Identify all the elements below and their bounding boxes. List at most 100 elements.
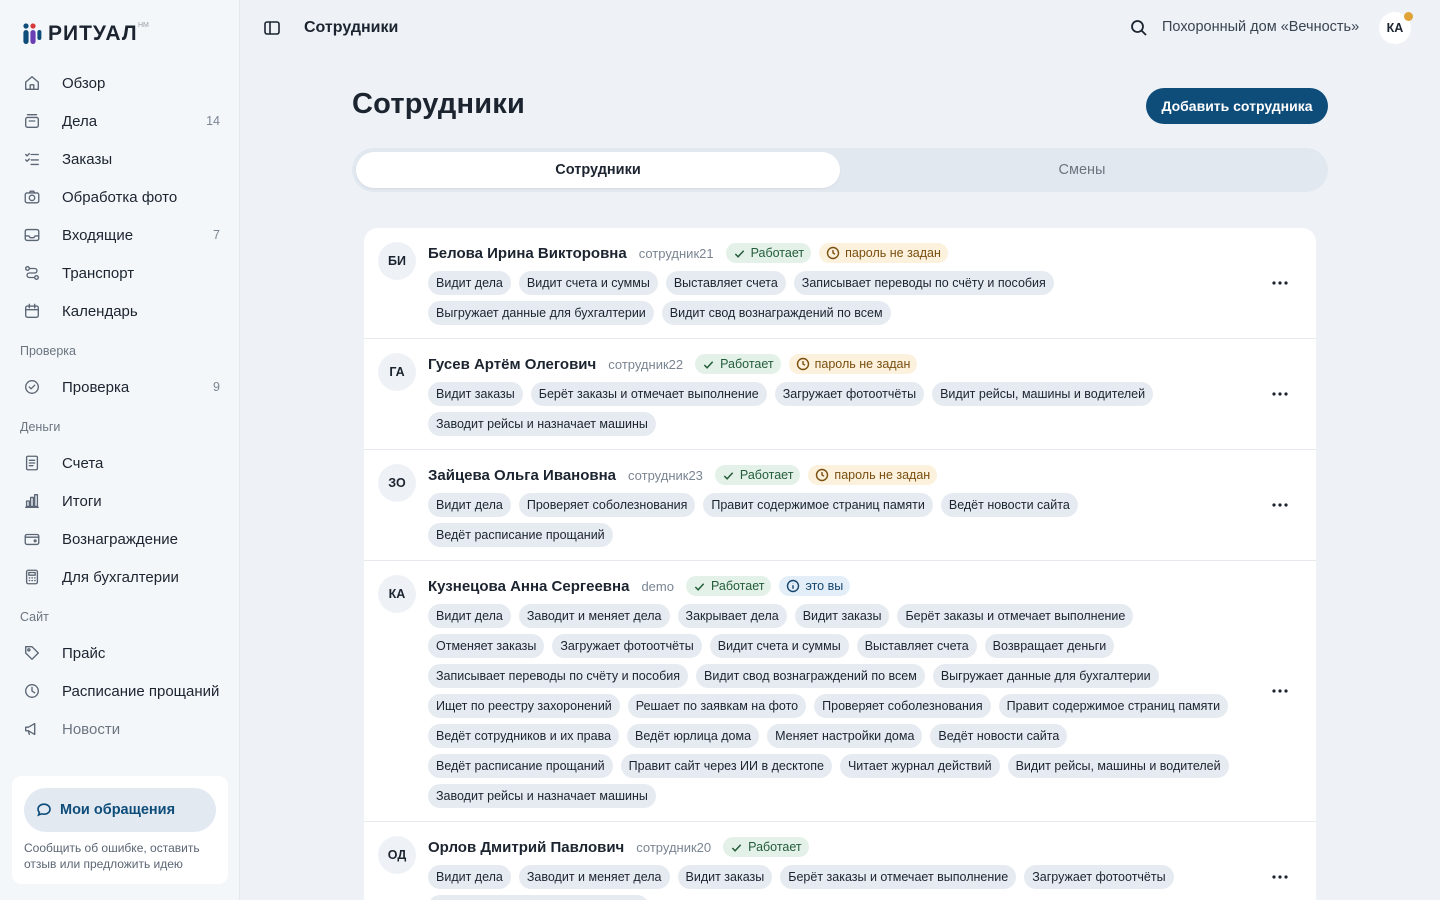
status-badge: Работает bbox=[723, 837, 809, 857]
home-icon bbox=[22, 73, 42, 93]
user-avatar[interactable]: КА bbox=[1379, 12, 1413, 44]
sidebar-item-wallet[interactable]: Вознаграждение bbox=[12, 520, 230, 558]
more-horizontal-icon bbox=[1272, 503, 1288, 507]
camera-icon bbox=[22, 187, 42, 207]
permission-chip: Правит содержимое страниц памяти bbox=[998, 694, 1229, 718]
sidebar-item-label: Транспорт bbox=[62, 264, 135, 282]
employee-login: demo bbox=[641, 578, 674, 594]
user-initials: КА bbox=[1386, 21, 1404, 35]
more-actions-button[interactable] bbox=[1270, 384, 1290, 404]
more-actions-button[interactable] bbox=[1270, 273, 1290, 293]
notification-dot bbox=[1404, 12, 1413, 21]
sidebar-item-label: Расписание прощаний bbox=[62, 682, 220, 700]
sidebar-item-home[interactable]: Обзор bbox=[12, 64, 230, 102]
support-card: Мои обращения Сообщить об ошибке, остави… bbox=[12, 776, 228, 884]
employee-login: сотрудник22 bbox=[608, 356, 684, 372]
clock-icon bbox=[816, 468, 829, 482]
employee-login: сотрудник21 bbox=[638, 245, 714, 261]
sidebar-item-calculator[interactable]: Для бухгалтерии bbox=[12, 558, 230, 596]
tab-shifts[interactable]: Смены bbox=[840, 152, 1324, 188]
permission-chip: Видит заказы bbox=[677, 865, 773, 889]
chat-bubble-icon bbox=[37, 803, 51, 817]
badge-text: Работает bbox=[710, 579, 765, 593]
badge-text: Работает bbox=[748, 840, 802, 854]
current-user-badge: это вы bbox=[779, 576, 851, 596]
employee-name: Белова Ирина Викторовна bbox=[428, 244, 627, 262]
checkmark-icon bbox=[734, 249, 744, 258]
more-actions-button[interactable] bbox=[1270, 495, 1290, 515]
sidebar-item-route[interactable]: Транспорт bbox=[12, 254, 230, 292]
inbox-icon bbox=[22, 225, 42, 245]
sidebar-item-megaphone[interactable]: Новости bbox=[12, 710, 230, 748]
toggle-sidebar-button[interactable] bbox=[263, 19, 281, 37]
employee-row[interactable]: КА Кузнецова Анна Сергеевна demo Работает эт… bbox=[364, 561, 1316, 822]
sidebar-item-label: Входящие bbox=[62, 226, 134, 244]
sidebar-item-label: Заказы bbox=[62, 150, 113, 168]
permission-chip: Берёт заказы и отмечает выполнение bbox=[897, 604, 1134, 628]
sidebar-item-checklist[interactable]: Заказы bbox=[12, 140, 230, 178]
permission-chip: Видит дела bbox=[428, 493, 511, 517]
more-horizontal-icon bbox=[1272, 281, 1288, 285]
sidebar: РИТУАЛ НМ Обзор Дела 14 Заказы Обработка фот… bbox=[0, 0, 240, 900]
tab-employees[interactable]: Сотрудники bbox=[356, 152, 840, 188]
my-requests-button[interactable]: Мои обращения bbox=[24, 788, 216, 832]
more-horizontal-icon bbox=[1272, 689, 1288, 693]
sidebar-item-label: Счета bbox=[62, 454, 104, 472]
employee-header: Белова Ирина Викторовна сотрудник21 Работа… bbox=[428, 240, 1316, 266]
employee-header: Кузнецова Анна Сергеевна demo Работает это … bbox=[428, 573, 1316, 599]
employee-login: сотрудник20 bbox=[636, 839, 712, 855]
employee-row[interactable]: ЗО Зайцева Ольга Ивановна сотрудник23 Работ… bbox=[364, 450, 1316, 561]
organization-name[interactable]: Похоронный дом «Вечность» bbox=[1162, 19, 1359, 35]
employee-avatar: ЗО bbox=[378, 464, 416, 502]
app-logo[interactable]: РИТУАЛ НМ bbox=[20, 22, 149, 46]
employee-login: сотрудник23 bbox=[628, 467, 703, 483]
status-badge: Работает bbox=[695, 354, 781, 374]
sidebar-item-check-circle[interactable]: Проверка 9 bbox=[12, 368, 230, 406]
sidebar-item-bar-chart[interactable]: Итоги bbox=[12, 482, 230, 520]
employee-row[interactable]: ОД Орлов Дмитрий Павлович сотрудник20 Работ… bbox=[364, 822, 1316, 900]
permission-chip: Видит заказы bbox=[428, 382, 523, 406]
sidebar-item-inbox[interactable]: Входящие 7 bbox=[12, 216, 230, 254]
logo-icon bbox=[23, 23, 42, 44]
sidebar-item-label: Календарь bbox=[62, 302, 138, 320]
sidebar-item-label: Обзор bbox=[62, 74, 106, 92]
permission-chip: Правит сайт через ИИ в десктопе bbox=[620, 754, 832, 778]
sidebar-item-label: Обработка фото bbox=[62, 188, 178, 206]
more-actions-button[interactable] bbox=[1270, 867, 1290, 887]
sidebar-item-camera[interactable]: Обработка фото bbox=[12, 178, 230, 216]
badge-text: Работает bbox=[739, 468, 794, 482]
search-button[interactable] bbox=[1129, 18, 1149, 38]
sidebar-item-invoice[interactable]: Счета bbox=[12, 444, 230, 482]
check-circle-icon bbox=[22, 377, 42, 397]
checklist-icon bbox=[22, 149, 42, 169]
permission-chip: Меняет настройки дома bbox=[767, 724, 923, 748]
permission-chip: Правит содержимое страниц памяти bbox=[703, 493, 933, 517]
badge-text: пароль не задан bbox=[814, 357, 911, 371]
permission-chip: Отменяет заказы bbox=[428, 634, 545, 658]
employee-row[interactable]: БИ Белова Ирина Викторовна сотрудник21 Рабо… bbox=[364, 228, 1316, 339]
sidebar-item-clock[interactable]: Расписание прощаний bbox=[12, 672, 230, 710]
support-hint: Сообщить об ошибке, оставить отзыв или п… bbox=[24, 841, 200, 871]
sidebar-item-tag[interactable]: Прайс bbox=[12, 634, 230, 672]
status-badge: Работает bbox=[714, 465, 801, 485]
employee-list: БИ Белова Ирина Викторовна сотрудник21 Рабо… bbox=[364, 228, 1316, 900]
employee-row[interactable]: ГА Гусев Артём Олегович сотрудник22 Работае… bbox=[364, 339, 1316, 450]
sidebar-item-folder-stack[interactable]: Дела 14 bbox=[12, 102, 230, 140]
permission-chip: Возвращает деньги bbox=[984, 634, 1115, 658]
employee-name: Кузнецова Анна Сергеевна bbox=[428, 577, 630, 595]
more-actions-button[interactable] bbox=[1270, 681, 1290, 701]
employee-name: Орлов Дмитрий Павлович bbox=[428, 838, 625, 856]
permission-chip: Ищет по реестру захоронений bbox=[428, 694, 620, 718]
permission-chip: Берёт заказы и отмечает выполнение bbox=[530, 382, 767, 406]
permission-chip: Решает по заявкам на фото bbox=[627, 694, 807, 718]
add-employee-button[interactable]: Добавить сотрудника bbox=[1146, 88, 1328, 124]
permission-chip: Проверяет соболезнования bbox=[518, 493, 696, 517]
status-badge: Работает bbox=[685, 576, 772, 596]
more-horizontal-icon bbox=[1272, 875, 1288, 879]
clock-icon bbox=[22, 681, 42, 701]
password-not-set-badge: пароль не задан bbox=[808, 465, 938, 485]
sidebar-item-count: 7 bbox=[213, 228, 220, 242]
sidebar-item-calendar[interactable]: Календарь bbox=[12, 292, 230, 330]
permission-chip: Загружает фотоотчёты bbox=[552, 634, 702, 658]
my-requests-label: Мои обращения bbox=[60, 802, 176, 818]
